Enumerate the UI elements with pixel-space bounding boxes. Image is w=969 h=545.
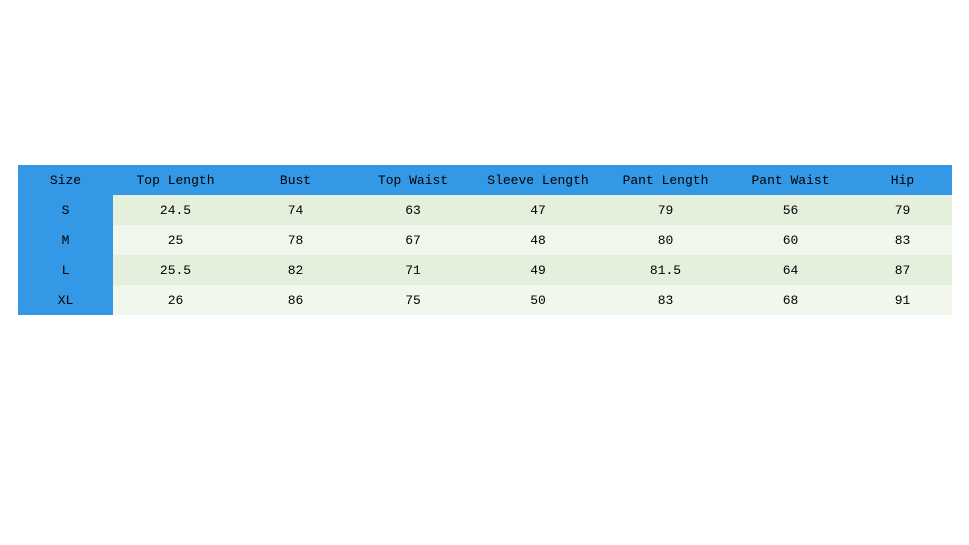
col-header-size: Size [18, 165, 113, 195]
col-header-bust: Bust [238, 165, 353, 195]
cell-pant-length: 83 [603, 285, 728, 315]
cell-sleeve-length: 48 [473, 225, 603, 255]
cell-top-waist: 75 [353, 285, 473, 315]
cell-size: L [18, 255, 113, 285]
table-row: L 25.5 82 71 49 81.5 64 87 [18, 255, 952, 285]
cell-size: S [18, 195, 113, 225]
cell-top-length: 24.5 [113, 195, 238, 225]
cell-bust: 82 [238, 255, 353, 285]
cell-bust: 86 [238, 285, 353, 315]
cell-top-waist: 63 [353, 195, 473, 225]
cell-top-length: 26 [113, 285, 238, 315]
cell-sleeve-length: 50 [473, 285, 603, 315]
cell-top-length: 25.5 [113, 255, 238, 285]
size-chart-table-container: Size Top Length Bust Top Waist Sleeve Le… [18, 165, 952, 315]
cell-sleeve-length: 47 [473, 195, 603, 225]
cell-hip: 91 [853, 285, 952, 315]
cell-hip: 79 [853, 195, 952, 225]
table-header-row: Size Top Length Bust Top Waist Sleeve Le… [18, 165, 952, 195]
table-row: S 24.5 74 63 47 79 56 79 [18, 195, 952, 225]
cell-top-waist: 67 [353, 225, 473, 255]
col-header-hip: Hip [853, 165, 952, 195]
cell-pant-waist: 56 [728, 195, 853, 225]
cell-top-waist: 71 [353, 255, 473, 285]
col-header-pant-length: Pant Length [603, 165, 728, 195]
cell-hip: 83 [853, 225, 952, 255]
cell-bust: 78 [238, 225, 353, 255]
col-header-pant-waist: Pant Waist [728, 165, 853, 195]
cell-pant-length: 81.5 [603, 255, 728, 285]
cell-pant-waist: 64 [728, 255, 853, 285]
cell-hip: 87 [853, 255, 952, 285]
col-header-sleeve-length: Sleeve Length [473, 165, 603, 195]
col-header-top-length: Top Length [113, 165, 238, 195]
size-chart-table: Size Top Length Bust Top Waist Sleeve Le… [18, 165, 952, 315]
cell-pant-length: 80 [603, 225, 728, 255]
cell-bust: 74 [238, 195, 353, 225]
cell-pant-waist: 68 [728, 285, 853, 315]
col-header-top-waist: Top Waist [353, 165, 473, 195]
cell-top-length: 25 [113, 225, 238, 255]
cell-size: M [18, 225, 113, 255]
table-row: M 25 78 67 48 80 60 83 [18, 225, 952, 255]
table-row: XL 26 86 75 50 83 68 91 [18, 285, 952, 315]
cell-sleeve-length: 49 [473, 255, 603, 285]
cell-pant-length: 79 [603, 195, 728, 225]
cell-pant-waist: 60 [728, 225, 853, 255]
cell-size: XL [18, 285, 113, 315]
